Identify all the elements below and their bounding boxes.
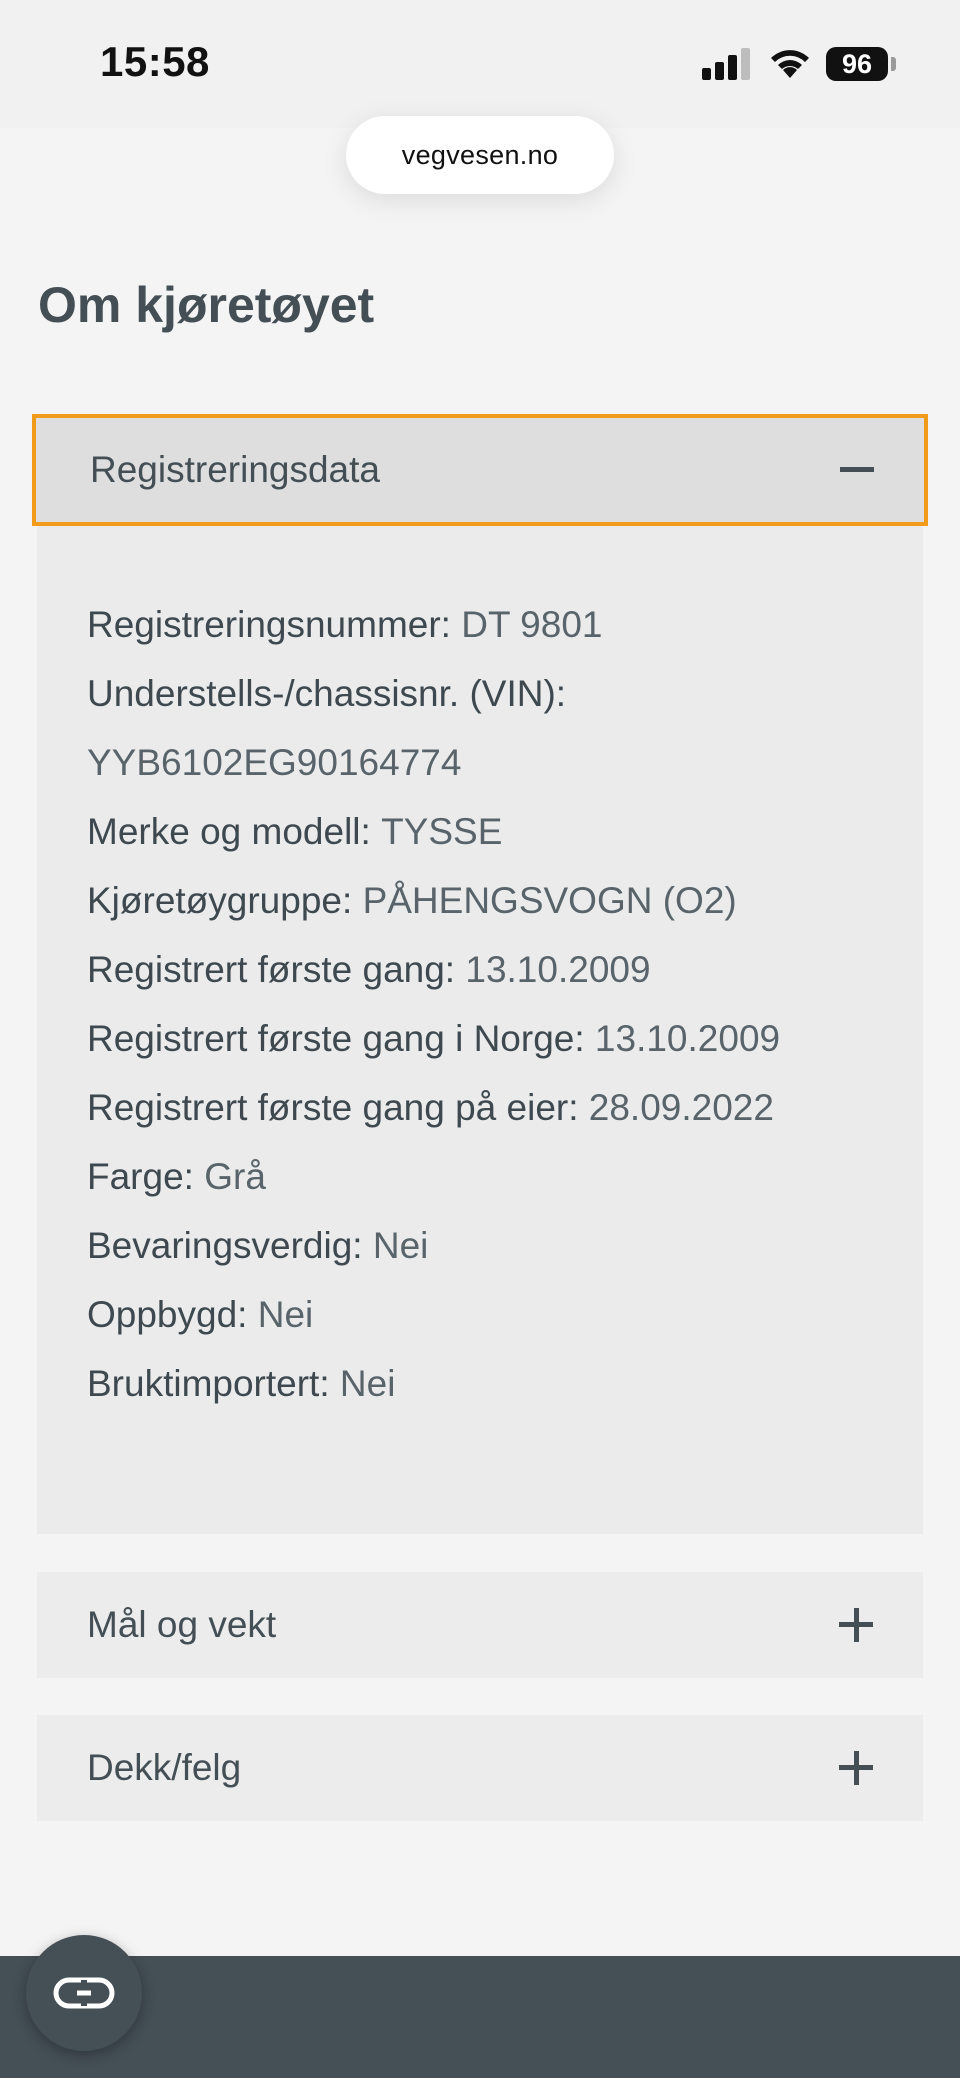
detail-row: Registrert første gang på eier: 28.09.20…	[87, 1087, 774, 1129]
status-time: 15:58	[100, 38, 210, 85]
accordion-header-registreringsdata[interactable]: Registreringsdata	[32, 414, 928, 526]
detail-value: TYSSE	[381, 811, 503, 852]
detail-row: Registrert første gang: 13.10.2009	[87, 949, 651, 991]
detail-label: Registrert første gang i Norge:	[87, 1018, 585, 1059]
accordion-header-mal-og-vekt[interactable]: Mål og vekt	[37, 1572, 923, 1678]
detail-value: 13.10.2009	[594, 1018, 781, 1059]
status-bar: 15:58 96	[0, 0, 960, 128]
detail-value: Nei	[339, 1363, 396, 1404]
url-text: vegvesen.no	[401, 139, 559, 170]
detail-value: Nei	[257, 1294, 314, 1335]
detail-value: DT 9801	[461, 604, 603, 645]
detail-label: Registrert første gang:	[87, 949, 456, 990]
detail-row: Understells-/chassisnr. (VIN):	[87, 673, 566, 715]
detail-label: Bevaringsverdig:	[87, 1225, 363, 1266]
detail-row: Kjøretøygruppe: PÅHENGSVOGN (O2)	[87, 880, 737, 922]
detail-row: Bruktimportert: Nei	[87, 1363, 395, 1405]
detail-label: Farge:	[87, 1156, 194, 1197]
detail-row: Farge: Grå	[87, 1156, 266, 1198]
detail-row: Registrert første gang i Norge: 13.10.20…	[87, 1018, 780, 1060]
accordion-header-dekk-felg[interactable]: Dekk/felg	[37, 1715, 923, 1821]
cellular-signal-icon	[702, 48, 752, 80]
page: 15:58 96 vegvesen.no Om kjøretøyet Regis…	[0, 0, 960, 2078]
detail-value: 13.10.2009	[465, 949, 651, 990]
link-icon	[53, 1977, 115, 2009]
detail-row: Bevaringsverdig: Nei	[87, 1225, 428, 1267]
bottom-bar	[0, 1956, 960, 2078]
detail-label: Oppbygd:	[87, 1294, 248, 1335]
detail-label: Understells-/chassisnr. (VIN):	[87, 673, 567, 714]
detail-value: YYB6102EG90164774	[87, 742, 462, 783]
detail-label: Registreringsnummer:	[87, 604, 451, 645]
plus-icon	[839, 1751, 873, 1785]
detail-label: Merke og modell:	[87, 811, 371, 852]
detail-label: Bruktimportert:	[87, 1363, 330, 1404]
link-button[interactable]	[26, 1935, 142, 2051]
detail-row: YYB6102EG90164774	[87, 742, 461, 784]
detail-value: Nei	[372, 1225, 429, 1266]
accordion-header-label: Registreringsdata	[90, 449, 380, 490]
accordion-header-label: Dekk/felg	[87, 1747, 242, 1788]
detail-value: 28.09.2022	[588, 1087, 774, 1128]
wifi-icon	[771, 50, 809, 78]
page-title: Om kjøretøyet	[38, 277, 375, 333]
battery-tip	[891, 57, 896, 71]
detail-value: PÅHENGSVOGN (O2)	[362, 880, 737, 921]
detail-label: Registrert første gang på eier:	[87, 1087, 579, 1128]
detail-label: Kjøretøygruppe:	[87, 880, 353, 921]
accordion-body-registreringsdata: Registreringsnummer: DT 9801 Understells…	[37, 526, 923, 1534]
detail-row: Merke og modell: TYSSE	[87, 811, 502, 853]
detail-value: Grå	[204, 1156, 266, 1197]
detail-row: Oppbygd: Nei	[87, 1294, 313, 1336]
detail-row: Registreringsnummer: DT 9801	[87, 604, 602, 646]
url-bar[interactable]: vegvesen.no	[346, 116, 614, 194]
minus-icon	[840, 453, 874, 487]
battery-icon: 96	[826, 47, 888, 81]
accordion-header-label: Mål og vekt	[87, 1604, 277, 1645]
battery-level: 96	[841, 48, 873, 79]
plus-icon	[839, 1608, 873, 1642]
